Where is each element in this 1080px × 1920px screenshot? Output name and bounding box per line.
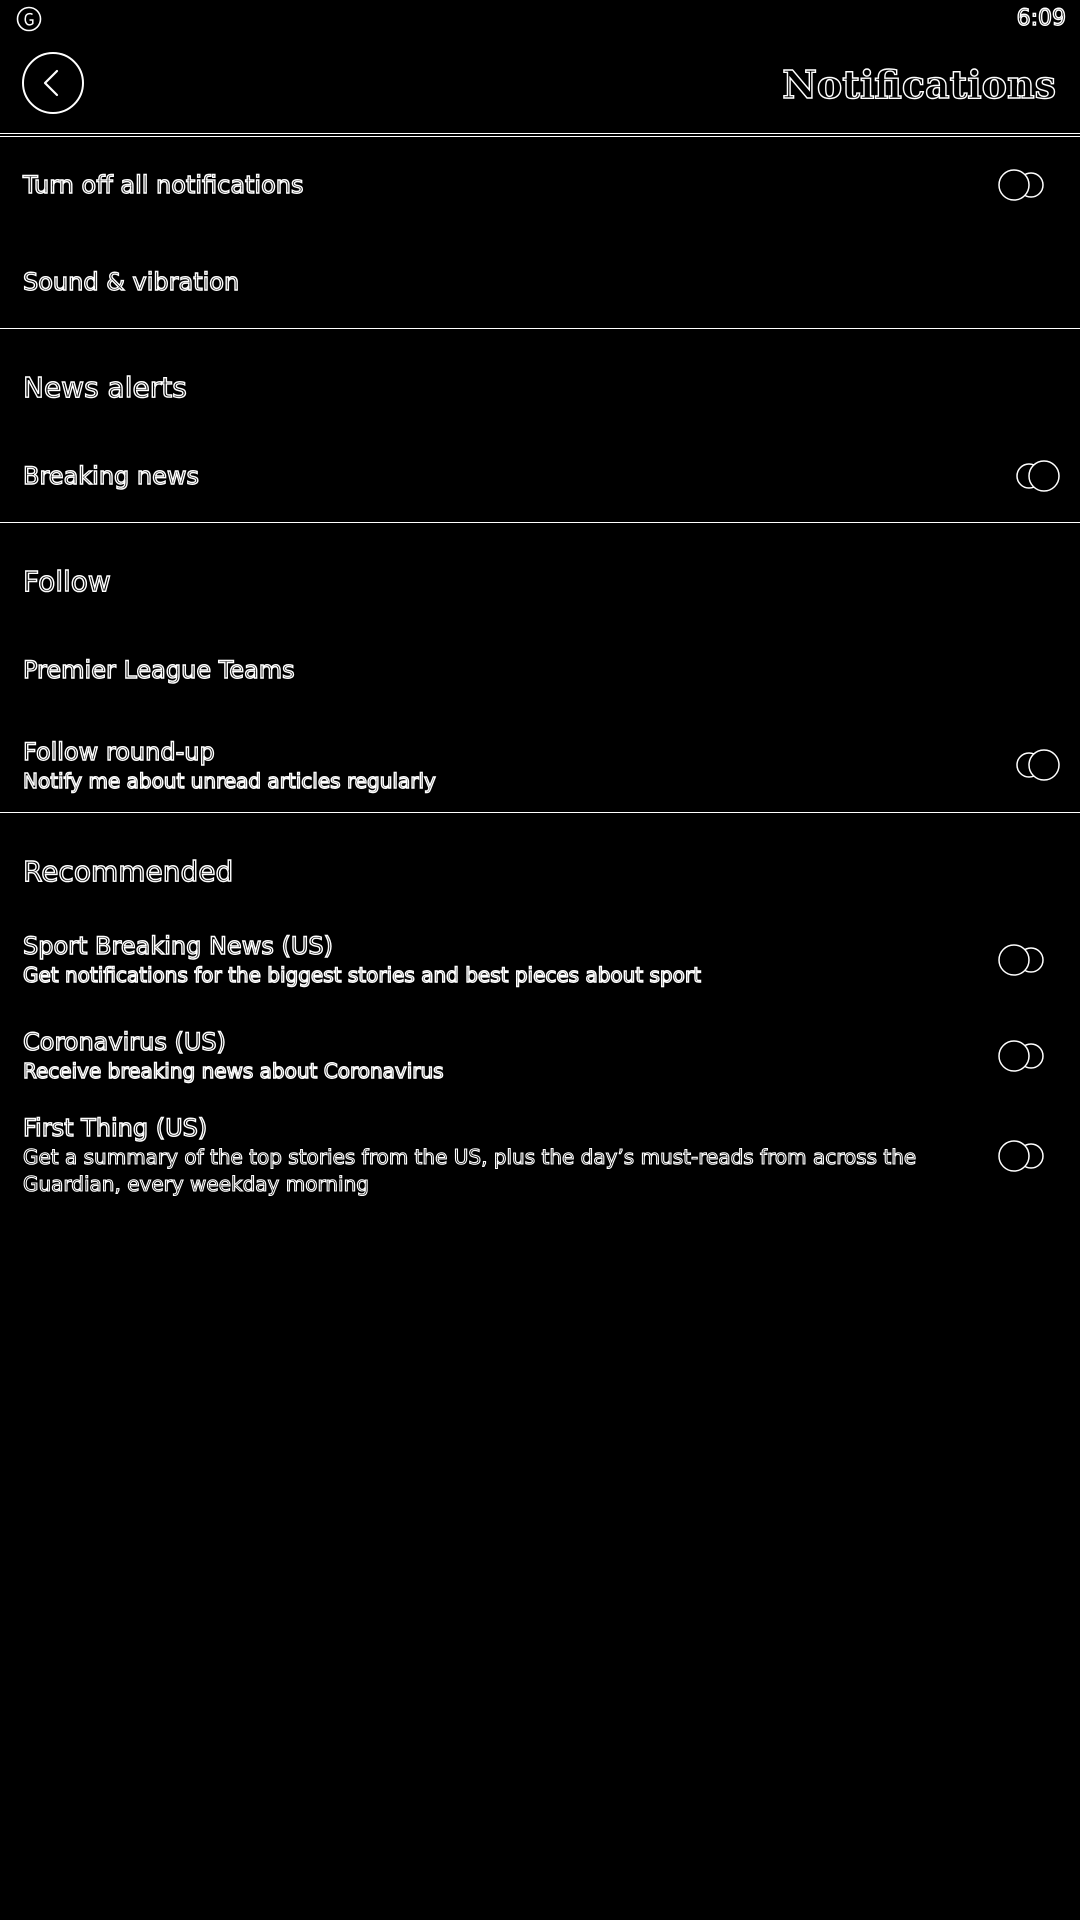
first-thing-label: First Thing (US) [22, 1113, 208, 1142]
follow-round-up-description: Notify me about unread articles regularl… [22, 768, 436, 793]
breaking-news-label: Breaking news [22, 461, 200, 490]
follow-heading: Follow [22, 564, 111, 598]
chevron-left-icon [43, 69, 59, 97]
header-divider [0, 133, 1080, 137]
sport-breaking-news-description: Get notifications for the biggest storie… [22, 962, 701, 987]
turn-off-all-label: Turn off all notifications [22, 170, 304, 199]
sport-breaking-news-toggle[interactable] [998, 943, 1050, 977]
coronavirus-toggle[interactable] [998, 1039, 1050, 1073]
follow-round-up-toggle[interactable] [1010, 748, 1062, 782]
section-divider [0, 328, 1080, 329]
coronavirus-description: Receive breaking news about Coronavirus [22, 1058, 444, 1083]
turn-off-all-toggle[interactable] [998, 168, 1050, 202]
news-alerts-heading: News alerts [22, 370, 187, 404]
guardian-logo-icon [16, 6, 42, 32]
page-title: Notifications [781, 61, 1056, 107]
premier-league-teams-item[interactable]: Premier League Teams [22, 655, 295, 684]
section-divider [0, 522, 1080, 523]
coronavirus-label: Coronavirus (US) [22, 1027, 226, 1056]
app-header: Notifications [0, 40, 1080, 135]
status-bar: 6:09 [0, 0, 1080, 40]
back-button[interactable] [22, 52, 84, 114]
follow-round-up-label: Follow round-up [22, 737, 215, 766]
breaking-news-toggle[interactable] [1010, 459, 1062, 493]
first-thing-toggle[interactable] [998, 1139, 1050, 1173]
first-thing-description: Get a summary of the top stories from th… [22, 1144, 917, 1196]
sound-vibration-item[interactable]: Sound & vibration [22, 267, 240, 296]
sport-breaking-news-label: Sport Breaking News (US) [22, 931, 333, 960]
section-divider [0, 812, 1080, 813]
status-time: 6:09 [1016, 5, 1067, 31]
recommended-heading: Recommended [22, 854, 234, 888]
